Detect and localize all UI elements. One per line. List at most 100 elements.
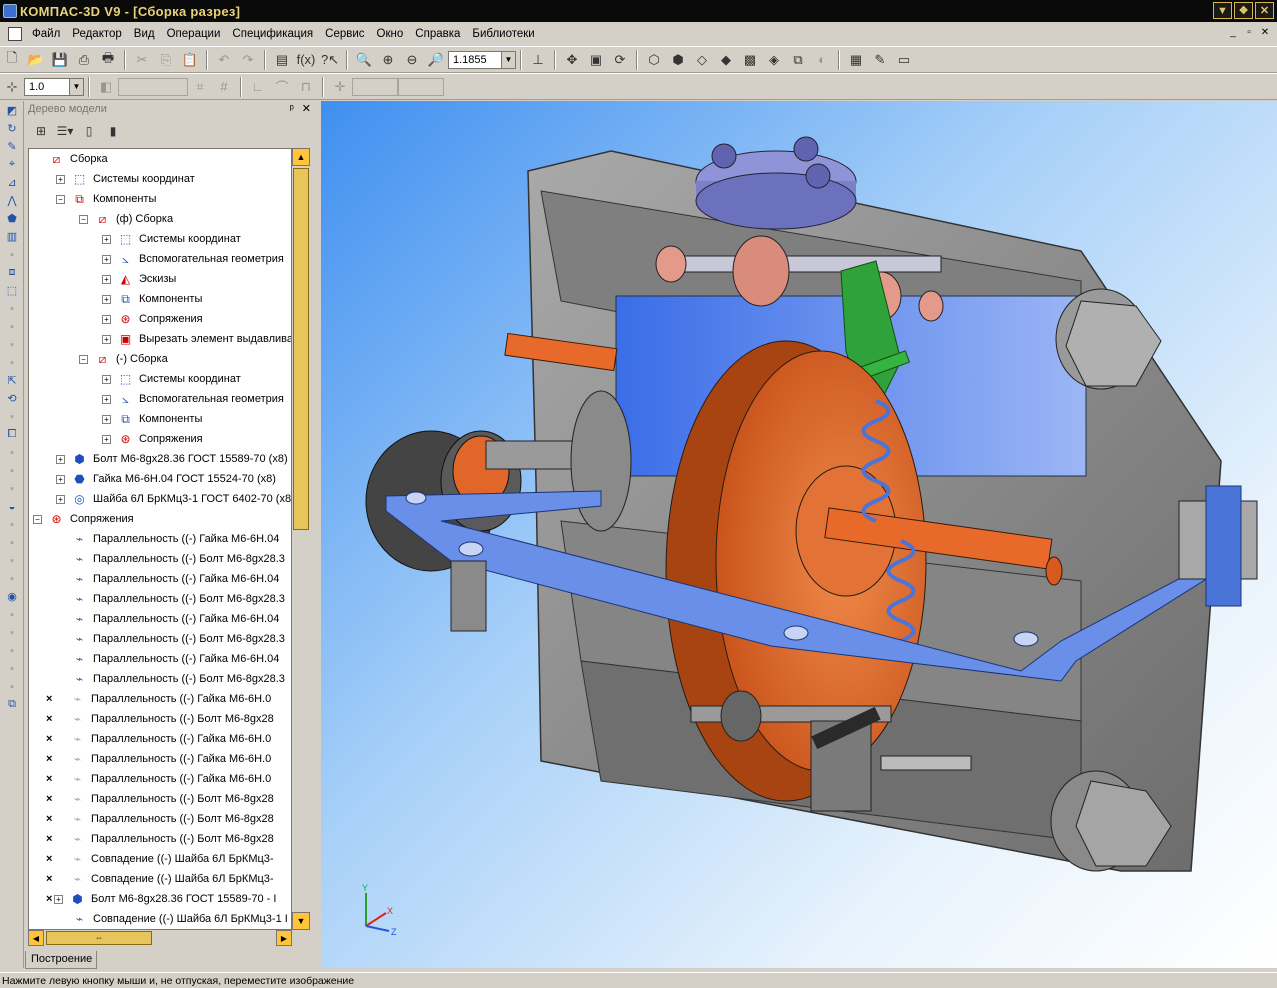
tree-row[interactable]: × ⌁ Параллельность ((-) Болт М6-8gх28 — [29, 829, 291, 849]
tree-expander-icon[interactable]: + — [102, 414, 111, 424]
scroll-thumb[interactable] — [293, 168, 309, 530]
tree-row[interactable]: ⌁ Параллельность ((-) Гайка М6-6Н.04 — [29, 569, 291, 589]
tree-expander-icon[interactable]: − — [79, 214, 88, 224]
tool-i-icon[interactable]: ▪ — [2, 480, 22, 497]
display-icon[interactable]: ▭ — [893, 49, 915, 71]
zoom-in-icon[interactable]: ⊕ — [377, 49, 399, 71]
pin-icon[interactable]: ᵖ — [290, 101, 294, 117]
step-icon[interactable]: ⊓ — [295, 76, 317, 98]
doc-close-button[interactable]: ✕ — [1259, 27, 1271, 38]
tool-o-icon[interactable]: ▪ — [2, 624, 22, 641]
tree-row[interactable]: + ⊛ Сопряжения — [29, 309, 291, 329]
tree-expander-icon[interactable]: + — [102, 434, 111, 444]
layer-field[interactable] — [118, 77, 188, 96]
perspective-icon[interactable]: ◈ — [763, 49, 785, 71]
tree-expander-icon[interactable]: − — [56, 194, 65, 204]
tree-row[interactable]: + ⧉ Компоненты — [29, 409, 291, 429]
print-preview-icon[interactable]: 🖶 — [97, 49, 119, 71]
sketch-tool-icon[interactable]: ✎ — [2, 138, 22, 155]
tree-row[interactable]: + ⬚ Системы координат — [29, 169, 291, 189]
tree-row[interactable]: ⌁ Параллельность ((-) Болт М6-8gх28.3 — [29, 549, 291, 569]
tree-expander-icon[interactable]: + — [56, 474, 65, 484]
restore-button[interactable]: ❖ — [1234, 2, 1253, 19]
add-component-icon[interactable]: ⧈ — [2, 264, 22, 281]
variables-icon[interactable]: f(x) — [295, 49, 317, 71]
doc-restore-button[interactable]: ▫ — [1243, 27, 1255, 38]
hidden-lines-icon[interactable]: ⬢ — [667, 49, 689, 71]
tool-disabled-icon[interactable]: ◐ — [811, 49, 833, 71]
cursor-coords-icon[interactable]: ✛ — [329, 76, 351, 98]
section-icon[interactable]: ◒ — [2, 498, 22, 515]
tool-c-icon[interactable]: ▪ — [2, 318, 22, 335]
tree-expander-icon[interactable]: + — [102, 294, 111, 304]
mates-tool-icon[interactable]: ↻ — [2, 120, 22, 137]
tree-expander-icon[interactable]: + — [102, 234, 111, 244]
tool-n-icon[interactable]: ▪ — [2, 606, 22, 623]
tree-expander-icon[interactable]: + — [56, 174, 65, 184]
section-view-icon[interactable]: ⧉ — [787, 49, 809, 71]
tree-expander-icon[interactable]: + — [102, 394, 111, 404]
component-icon[interactable]: ⬚ — [2, 282, 22, 299]
tree-expander-icon[interactable]: + — [102, 314, 111, 324]
tree-row[interactable]: ⌁ Параллельность ((-) Гайка М6-6Н.04 — [29, 529, 291, 549]
menu-libraries[interactable]: Библиотеки — [466, 25, 540, 43]
copy-icon[interactable]: ⎘ — [155, 49, 177, 71]
menu-specification[interactable]: Спецификация — [226, 25, 319, 43]
scale-input[interactable]: 1.0 — [24, 77, 70, 96]
tool-p-icon[interactable]: ▪ — [2, 642, 22, 659]
tree-expander-icon[interactable]: + — [102, 374, 111, 384]
tree-row[interactable]: × ⌁ Параллельность ((-) Гайка М6-6Н.0 — [29, 729, 291, 749]
scroll-down-icon[interactable]: ▼ — [292, 912, 310, 930]
move-component-icon[interactable]: ⇱ — [2, 372, 22, 389]
menu-service[interactable]: Сервис — [319, 25, 370, 43]
tree-row[interactable]: × + ⬢ Болт М6-8gх28.36 ГОСТ 15589-70 - I — [29, 889, 291, 909]
round-icon[interactable]: ⌒ — [271, 76, 293, 98]
scale-dropdown-icon[interactable]: ▼ — [70, 77, 84, 96]
array-icon[interactable]: ⧠ — [2, 426, 22, 443]
tool-j-icon[interactable]: ▪ — [2, 516, 22, 533]
tree-row[interactable]: + ⧉ Компоненты — [29, 289, 291, 309]
tree-expander-icon[interactable]: − — [79, 354, 88, 364]
edit-pencil-icon[interactable]: ✎ — [869, 49, 891, 71]
manager-icon[interactable]: ▦ — [845, 49, 867, 71]
tree-row[interactable]: ⧄ Сборка — [29, 149, 291, 169]
local-cs-icon[interactable]: ⊹ — [1, 76, 23, 98]
tool-b-icon[interactable]: ▪ — [2, 300, 22, 317]
ortho-icon[interactable]: ∟ — [247, 76, 269, 98]
cut-icon[interactable]: ✂ — [131, 49, 153, 71]
tool-l-icon[interactable]: ▪ — [2, 552, 22, 569]
properties-icon[interactable]: ▤ — [271, 49, 293, 71]
open-file-icon[interactable]: 📂 — [25, 49, 47, 71]
tree-row[interactable]: + ◭ Эскизы — [29, 269, 291, 289]
geometry-tool-icon[interactable]: ⌖ — [2, 156, 22, 173]
tree-row[interactable]: × ⌁ Параллельность ((-) Гайка М6-6Н.0 — [29, 689, 291, 709]
edit-assembly-icon[interactable]: ◩ — [2, 102, 22, 119]
menu-operations[interactable]: Операции — [161, 25, 227, 43]
doc-minimize-button[interactable]: _ — [1227, 27, 1239, 38]
tree-row[interactable]: × ⌁ Совпадение ((-) Шайба 6Л БрКМц3- — [29, 849, 291, 869]
tool-a-icon[interactable]: ▪ — [2, 246, 22, 263]
zoom-dropdown-icon[interactable]: ▼ — [502, 50, 516, 69]
redo-icon[interactable]: ↷ — [237, 49, 259, 71]
tree-horizontal-scrollbar[interactable]: ◀ ⇔ ▶ — [28, 930, 292, 946]
scroll-up-icon[interactable]: ▲ — [292, 148, 310, 166]
tree-row[interactable]: × ⌁ Параллельность ((-) Болт М6-8gх28 — [29, 789, 291, 809]
tree-row[interactable]: × ⌁ Параллельность ((-) Болт М6-8gх28 — [29, 709, 291, 729]
zoom-input[interactable]: 1.1855 — [448, 50, 502, 69]
hscroll-thumb[interactable]: ⇔ — [46, 931, 152, 945]
rotate-component-icon[interactable]: ⟲ — [2, 390, 22, 407]
tree-expander-icon[interactable]: + — [102, 334, 111, 344]
tree-expander-icon[interactable]: + — [56, 454, 65, 464]
tree-row[interactable]: × ⌁ Параллельность ((-) Болт М6-8gх28 — [29, 809, 291, 829]
measure-tool-icon[interactable]: ⊿ — [2, 174, 22, 191]
undo-icon[interactable]: ↶ — [213, 49, 235, 71]
zoom-scale-icon[interactable]: 🔎 — [425, 49, 447, 71]
tree-row[interactable]: ⌁ Параллельность ((-) Болт М6-8gх28.3 — [29, 669, 291, 689]
tree-row[interactable]: + ⬣ Гайка М6-6Н.04 ГОСТ 15524-70 (х8) — [29, 469, 291, 489]
coord-x-field[interactable] — [352, 77, 398, 96]
tree-row[interactable]: ⌁ Совпадение ((-) Шайба 6Л БрКМц3-1 I — [29, 909, 291, 929]
scroll-left-icon[interactable]: ◀ — [28, 930, 44, 946]
tree-row[interactable]: + ⦣ Вспомогательная геометрия — [29, 389, 291, 409]
close-button[interactable]: ✕ — [1255, 2, 1274, 19]
tree-row[interactable]: + ⬢ Болт М6-8gх28.36 ГОСТ 15589-70 (х8) — [29, 449, 291, 469]
